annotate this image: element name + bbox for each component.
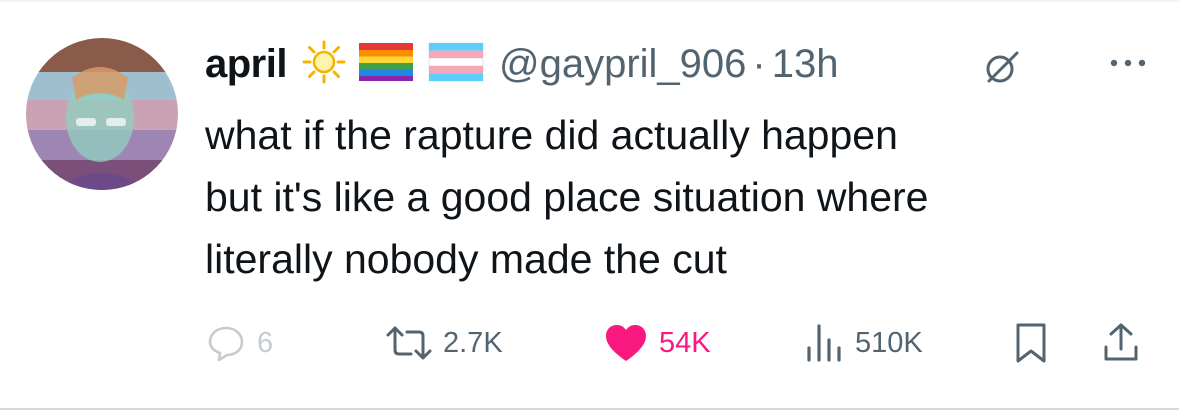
display-name[interactable]: april xyxy=(205,42,287,87)
reply-icon xyxy=(208,326,244,362)
heart-icon xyxy=(606,325,646,361)
bottom-divider xyxy=(0,408,1179,410)
avatar[interactable] xyxy=(26,38,178,190)
tweet-card[interactable]: april @gaypril_906 · 13h what if the rap… xyxy=(0,0,1179,414)
separator-dot: · xyxy=(752,41,766,86)
repost-button[interactable]: 2.7K xyxy=(385,318,503,368)
tweet-text: what if the rapture did actually happen … xyxy=(205,104,1155,290)
views-icon xyxy=(807,324,841,362)
like-button[interactable]: 54K xyxy=(603,318,711,368)
sun-emoji-icon xyxy=(301,39,347,90)
tweet-text-line: literally nobody made the cut xyxy=(205,236,727,282)
tweet-text-line: but it's like a good place situation whe… xyxy=(205,174,929,220)
timestamp[interactable]: 13h xyxy=(772,42,839,87)
tweet-header: april @gaypril_906 · 13h xyxy=(205,36,1149,92)
trans-flag-icon xyxy=(427,41,485,88)
tweet-text-line: what if the rapture did actually happen xyxy=(205,112,898,158)
share-button[interactable] xyxy=(1101,318,1141,368)
like-count: 54K xyxy=(659,326,711,359)
view-count: 510K xyxy=(855,326,923,359)
user-handle[interactable]: @gaypril_906 xyxy=(499,42,746,87)
action-bar: 6 2.7K 54K 510K xyxy=(205,318,1150,368)
bookmark-icon xyxy=(1016,323,1046,363)
grok-icon[interactable] xyxy=(983,48,1021,91)
share-icon xyxy=(1104,323,1138,361)
reply-button[interactable]: 6 xyxy=(205,318,273,368)
more-options-icon[interactable] xyxy=(1107,56,1149,75)
bookmark-button[interactable] xyxy=(1013,318,1049,368)
reply-count: 6 xyxy=(257,326,274,359)
views-button[interactable]: 510K xyxy=(805,318,923,368)
repost-count: 2.7K xyxy=(443,326,503,359)
top-divider xyxy=(0,0,1179,2)
rainbow-flag-icon xyxy=(357,41,415,88)
repost-icon xyxy=(386,326,432,360)
